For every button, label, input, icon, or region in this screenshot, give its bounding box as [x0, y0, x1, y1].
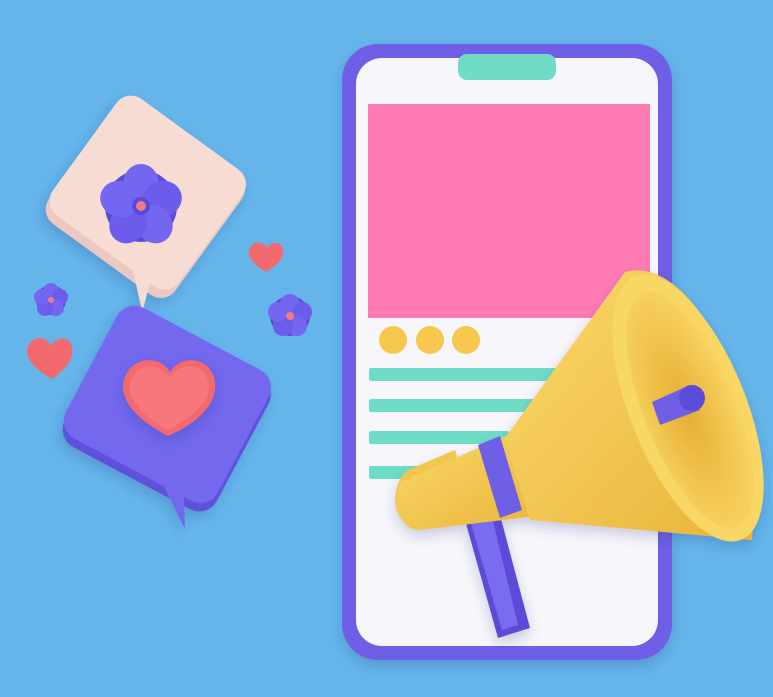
dot	[452, 326, 480, 354]
pagination-dots	[379, 326, 480, 354]
heart-icon	[27, 338, 73, 379]
heart-icon	[248, 242, 284, 272]
flower-icon	[268, 294, 312, 336]
text-line	[369, 368, 557, 381]
social-media-marketing-illustration	[0, 0, 773, 697]
dot	[416, 326, 444, 354]
phone-notch	[458, 54, 556, 80]
media-block	[368, 104, 650, 318]
dot	[379, 326, 407, 354]
illustration-canvas	[27, 44, 764, 660]
flower-icon	[34, 283, 68, 316]
